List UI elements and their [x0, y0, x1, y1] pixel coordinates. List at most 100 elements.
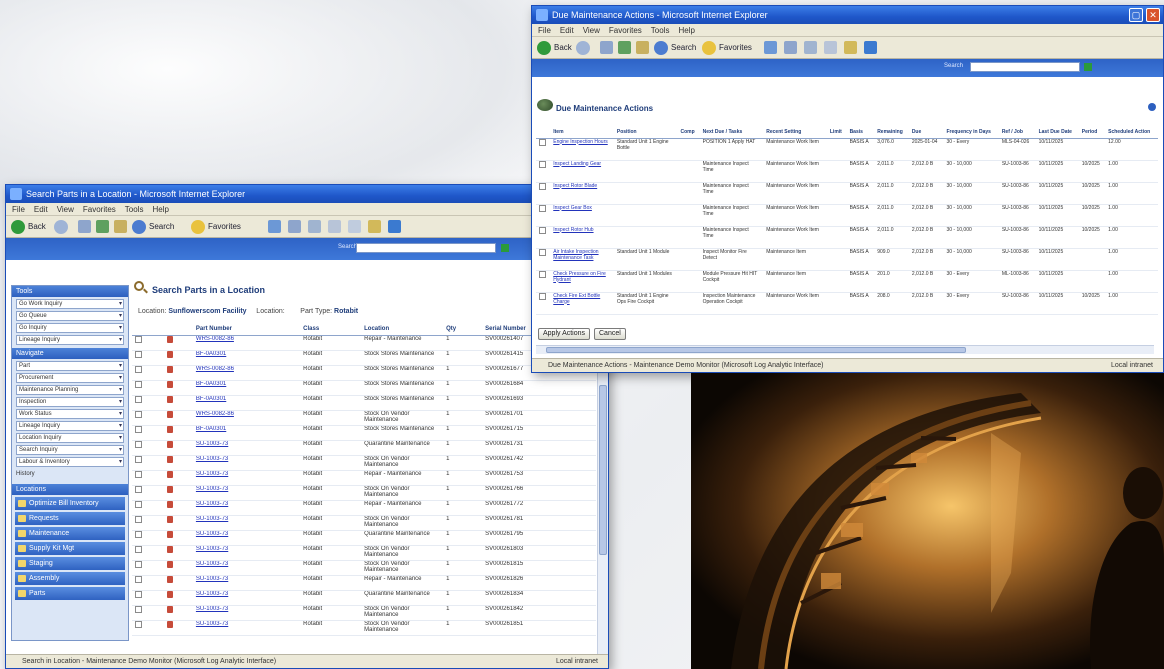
row-checkbox[interactable]: [135, 485, 142, 493]
row-checkbox[interactable]: [135, 350, 142, 358]
document-icon[interactable]: [166, 380, 173, 388]
sidebar-select[interactable]: Go Queue: [16, 311, 124, 321]
item-link[interactable]: Check Fire Ext Bottle Charge: [550, 292, 614, 315]
table-row[interactable]: Air Intake Inspection Maintenance Task St…: [536, 248, 1158, 271]
menu-item[interactable]: Help: [678, 26, 694, 35]
media-icon[interactable]: [764, 41, 777, 54]
document-icon[interactable]: [166, 455, 173, 463]
back-button[interactable]: Back: [11, 219, 46, 235]
maximize-icon[interactable]: ▢: [1129, 8, 1143, 22]
table-row[interactable]: WRS-0082-86 Rotabit Repair - Maintenance 1 S…: [132, 335, 596, 351]
column-header[interactable]: Period: [1078, 126, 1106, 139]
part-number-link[interactable]: BF-0A0301: [192, 350, 301, 366]
print-icon[interactable]: [328, 220, 341, 233]
folder-icon[interactable]: [844, 41, 857, 54]
row-checkbox[interactable]: [539, 226, 546, 234]
sidebar-history-item[interactable]: History: [12, 469, 128, 480]
help-icon[interactable]: [1148, 103, 1156, 111]
part-number-link[interactable]: SU-1003-73: [192, 590, 301, 606]
table-row[interactable]: SU-1003-73 Rotabit Repair - Maintenance 1 SV…: [132, 500, 596, 516]
menu-item[interactable]: Edit: [560, 26, 574, 35]
document-icon[interactable]: [166, 335, 173, 343]
row-checkbox[interactable]: [135, 500, 142, 508]
document-icon[interactable]: [166, 560, 173, 568]
sidebar-select[interactable]: Lineage Inquiry: [16, 335, 124, 345]
menu-item[interactable]: View: [57, 205, 74, 214]
row-checkbox[interactable]: [539, 182, 546, 190]
part-number-link[interactable]: SU-1003-73: [192, 455, 301, 471]
row-checkbox[interactable]: [135, 365, 142, 373]
row-checkbox[interactable]: [539, 270, 546, 278]
table-row[interactable]: WRS-0082-86 Rotabit Stock On Vendor Mainte…: [132, 410, 596, 426]
row-checkbox[interactable]: [135, 575, 142, 583]
item-link[interactable]: Inspect Rotor Blade: [550, 182, 614, 205]
menu-item[interactable]: File: [12, 205, 25, 214]
row-checkbox[interactable]: [135, 590, 142, 598]
part-number-link[interactable]: BF-0A0301: [192, 425, 301, 441]
row-checkbox[interactable]: [539, 160, 546, 168]
row-checkbox[interactable]: [135, 545, 142, 553]
part-number-link[interactable]: SU-1003-73: [192, 470, 301, 486]
home-icon[interactable]: [114, 220, 127, 233]
row-checkbox[interactable]: [135, 410, 142, 418]
table-row[interactable]: Inspect Landing Gear Maintenance Inspect …: [536, 160, 1158, 183]
column-header[interactable]: Ref / Job: [998, 126, 1036, 139]
table-row[interactable]: Check Pressure on Fire Hydrant Standard U…: [536, 270, 1158, 293]
sidebar-select[interactable]: Go Inquiry: [16, 323, 124, 333]
row-checkbox[interactable]: [135, 515, 142, 523]
part-number-link[interactable]: SU-1003-73: [192, 620, 301, 636]
table-row[interactable]: Engine Inspection Hours Standard Unit 1 E…: [536, 138, 1158, 161]
back-button[interactable]: Back: [537, 40, 572, 56]
sidebar-nav-item[interactable]: Supply Kit Mgt: [15, 542, 125, 555]
mail-icon[interactable]: [308, 220, 321, 233]
part-number-link[interactable]: SU-1003-73: [192, 485, 301, 501]
part-number-link[interactable]: WRS-0082-86: [192, 410, 301, 426]
column-header[interactable]: Remaining: [874, 126, 909, 139]
menu-item[interactable]: Tools: [125, 205, 144, 214]
search-input[interactable]: [970, 62, 1080, 72]
document-icon[interactable]: [166, 350, 173, 358]
sidebar-select[interactable]: Part: [16, 361, 124, 371]
stop-icon[interactable]: [78, 220, 91, 233]
row-checkbox[interactable]: [135, 620, 142, 628]
sidebar-select[interactable]: Lineage Inquiry: [16, 421, 124, 431]
row-checkbox[interactable]: [135, 425, 142, 433]
refresh-icon[interactable]: [96, 220, 109, 233]
part-number-link[interactable]: SU-1003-73: [192, 575, 301, 591]
document-icon[interactable]: [166, 590, 173, 598]
forward-icon[interactable]: [54, 220, 68, 234]
table-row[interactable]: BF-0A0301 Rotabit Stock Stores Maintenance…: [132, 380, 596, 396]
table-row[interactable]: SU-1003-73 Rotabit Stock On Vendor Mainten…: [132, 560, 596, 576]
history-icon[interactable]: [288, 220, 301, 233]
document-icon[interactable]: [166, 425, 173, 433]
part-number-link[interactable]: SU-1003-73: [192, 500, 301, 516]
table-row[interactable]: Inspect Gear Box Maintenance Inspect Time…: [536, 204, 1158, 227]
item-link[interactable]: Engine Inspection Hours: [550, 138, 614, 161]
sidebar-select[interactable]: Work Status: [16, 409, 124, 419]
menu-item[interactable]: View: [583, 26, 600, 35]
sidebar-select[interactable]: Inspection: [16, 397, 124, 407]
document-icon[interactable]: [166, 485, 173, 493]
item-link[interactable]: Inspect Rotor Hub: [550, 226, 614, 249]
column-header[interactable]: Frequency in Days: [943, 126, 999, 139]
menu-item[interactable]: Help: [152, 205, 168, 214]
table-row[interactable]: SU-1003-73 Rotabit Stock On Vendor Mainten…: [132, 620, 596, 636]
item-link[interactable]: Air Intake Inspection Maintenance Task: [550, 248, 614, 271]
part-number-link[interactable]: SU-1003-73: [192, 545, 301, 561]
item-link[interactable]: Inspect Gear Box: [550, 204, 614, 227]
sidebar-nav-item[interactable]: Staging: [15, 557, 125, 570]
sidebar-select[interactable]: Procurement: [16, 373, 124, 383]
column-header[interactable]: Scheduled Action: [1105, 126, 1158, 139]
table-row[interactable]: WRS-0082-86 Rotabit Stock Stores Maintenan…: [132, 365, 596, 381]
edit-icon[interactable]: [348, 220, 361, 233]
row-checkbox[interactable]: [135, 395, 142, 403]
column-header[interactable]: Basis: [846, 126, 875, 139]
refresh-icon[interactable]: [618, 41, 631, 54]
print-icon[interactable]: [824, 41, 837, 54]
column-header[interactable]: Part Number: [192, 323, 301, 336]
document-icon[interactable]: [166, 410, 173, 418]
apply-actions-button[interactable]: Apply Actions: [538, 328, 591, 340]
table-row[interactable]: Inspect Rotor Hub Maintenance Inspect Tim…: [536, 226, 1158, 249]
column-header[interactable]: Class: [300, 323, 362, 336]
table-row[interactable]: SU-1003-73 Rotabit Stock On Vendor Mainten…: [132, 545, 596, 561]
